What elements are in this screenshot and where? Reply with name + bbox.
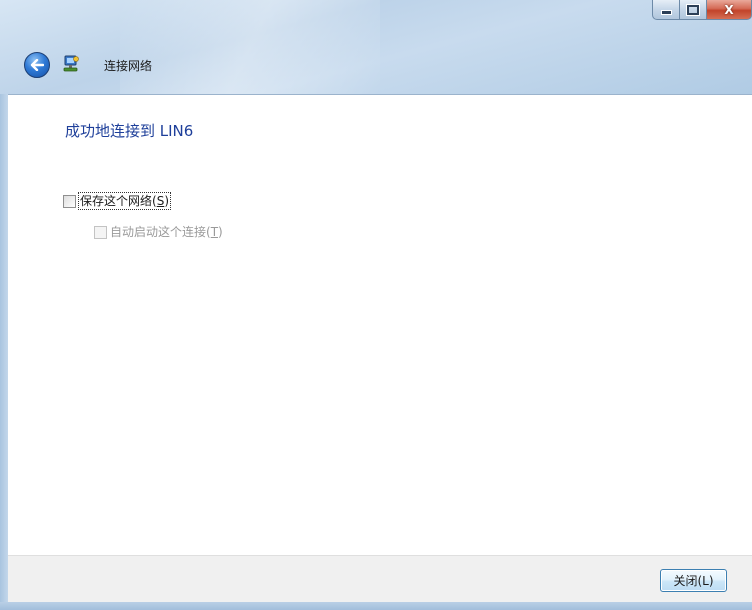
maximize-button[interactable]: [680, 0, 707, 20]
connect-network-window: X 连接网络 成功地连接到 LIN6 保存这个网络(S) 自动启动这个连接(T)…: [0, 0, 752, 610]
save-network-checkbox[interactable]: [63, 194, 76, 208]
save-network-label[interactable]: 保存这个网络(S): [78, 192, 171, 210]
window-title: 连接网络: [104, 59, 153, 73]
connection-success-heading: 成功地连接到 LIN6: [65, 122, 194, 140]
close-window-button[interactable]: X: [707, 0, 752, 20]
window-bottom-border: [0, 602, 752, 610]
minimize-button[interactable]: [652, 0, 680, 20]
close-button[interactable]: 关闭(L): [660, 569, 727, 592]
network-connection-icon: [63, 55, 79, 72]
window-left-border: [0, 94, 8, 602]
caption-buttons: X: [652, 0, 752, 22]
footer-bar: 关闭(L): [8, 555, 752, 602]
auto-start-label: 自动启动这个连接(T): [110, 225, 223, 239]
minimize-icon: [660, 10, 672, 15]
content-panel: 成功地连接到 LIN6 保存这个网络(S) 自动启动这个连接(T): [8, 94, 752, 555]
close-icon: X: [724, 2, 734, 17]
back-arrow-icon: [30, 59, 44, 71]
auto-start-option: 自动启动这个连接(T): [94, 224, 223, 240]
auto-start-checkbox: [94, 225, 107, 239]
maximize-icon: [687, 4, 699, 15]
back-button[interactable]: [24, 52, 50, 78]
save-network-option[interactable]: 保存这个网络(S): [63, 192, 171, 210]
title-bar: [0, 0, 752, 94]
